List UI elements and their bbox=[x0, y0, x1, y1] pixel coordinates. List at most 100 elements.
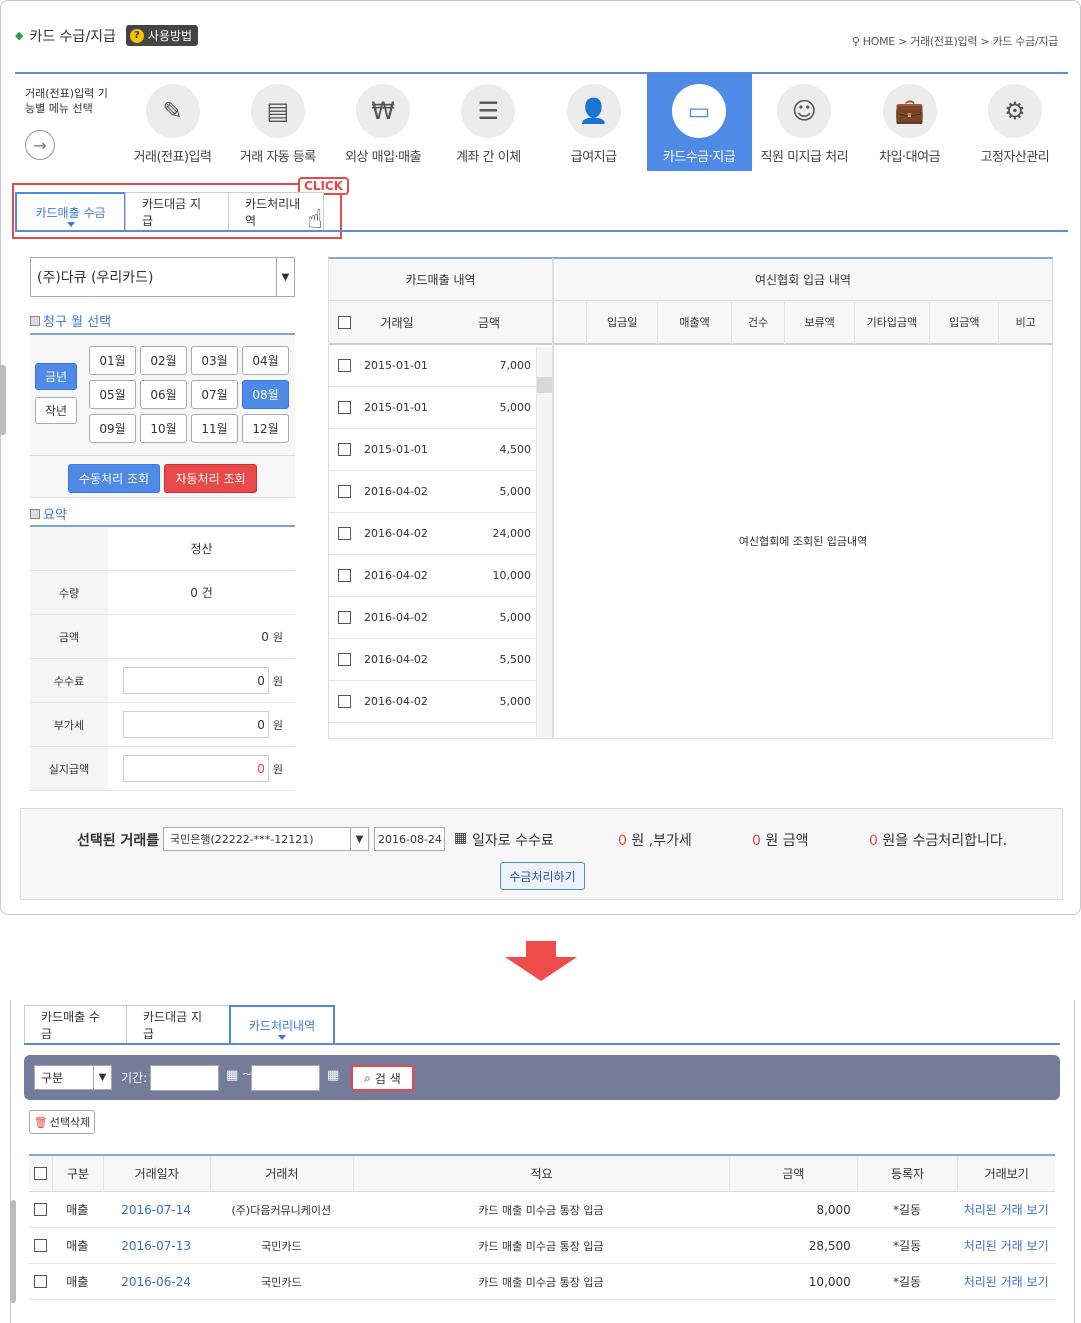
filter-bar: 구분 ▼ 기간: ▦ ~ ▦ ⌕ 검 색 bbox=[24, 1055, 1060, 1100]
view-trade-link[interactable]: 처리된 거래 보기 bbox=[957, 1201, 1055, 1218]
tab-bar-top: 카드매출 수금 카드대금 지급 카드처리내역 bbox=[15, 192, 1068, 232]
menu-item-2[interactable]: ▤ 거래 자동 등록 bbox=[225, 74, 330, 171]
scrollbar[interactable] bbox=[10, 1200, 16, 1303]
table-row[interactable]: 2016-04-02 24,000 bbox=[329, 513, 536, 555]
table-row[interactable]: 매출 2016-06-24 국민카드 카드 매출 미수금 통장 입금 10,000 *길동… bbox=[29, 1264, 1055, 1300]
menu-item-3[interactable]: ₩ 외상 매입·매출 bbox=[331, 74, 436, 171]
table-row[interactable]: 매출 2016-07-13 국민카드 카드 매출 미수금 통장 입금 28,500 *길동… bbox=[29, 1228, 1055, 1264]
search-icon: ⌕ bbox=[364, 1070, 371, 1085]
summary-row: 수수료 0 원 bbox=[30, 659, 295, 703]
row-checkbox[interactable] bbox=[337, 485, 351, 498]
view-trade-link[interactable]: 처리된 거래 보기 bbox=[957, 1237, 1055, 1254]
scrollbar[interactable] bbox=[536, 347, 552, 737]
summary-input[interactable]: 0 bbox=[122, 667, 269, 694]
search-button[interactable]: ⌕ 검 색 bbox=[351, 1065, 414, 1091]
menu-item-6[interactable]: ▭ 카드수금·지급 bbox=[646, 74, 752, 171]
menu-item-8[interactable]: 💼 차입·대여금 bbox=[857, 74, 962, 171]
history-cell: *길동 bbox=[893, 1203, 922, 1217]
month-button[interactable]: 06월 bbox=[140, 380, 187, 409]
month-button[interactable]: 01월 bbox=[89, 346, 136, 375]
menu-item-5[interactable]: 👤 급여지급 bbox=[541, 74, 646, 171]
select-all-checkbox[interactable] bbox=[34, 1167, 48, 1180]
auto-query-button[interactable]: 자동처리 조회 bbox=[164, 464, 257, 493]
month-button[interactable]: 08월 bbox=[242, 380, 289, 409]
diamond-icon: ◆ bbox=[15, 29, 24, 42]
table-row[interactable]: 2015-01-01 4,500 bbox=[329, 429, 536, 471]
deposit-col-header: 입금일 bbox=[586, 300, 657, 344]
staff-icon: ☺ bbox=[777, 84, 832, 138]
tab-card-sales-collection[interactable]: 카드매출 수금 bbox=[24, 1005, 127, 1043]
deposit-col-header: 보류액 bbox=[784, 300, 853, 344]
last-year-button[interactable]: 작년 bbox=[35, 397, 77, 424]
tab-card-history[interactable]: 카드처리내역 bbox=[229, 1005, 335, 1043]
card-account-select[interactable]: (주)다큐 (우리카드) ▼ bbox=[30, 257, 295, 297]
date-input[interactable]: 2016-08-24 bbox=[374, 827, 445, 851]
month-button[interactable]: 11월 bbox=[191, 414, 238, 443]
select-all-checkbox[interactable] bbox=[337, 315, 351, 329]
row-checkbox[interactable] bbox=[337, 443, 351, 456]
table-row[interactable]: 2016-04-02 10,000 bbox=[329, 555, 536, 597]
period-label: 기간: bbox=[121, 1071, 148, 1085]
row-checkbox[interactable] bbox=[337, 611, 351, 624]
table-row[interactable]: 매출 2016-07-14 (주)다음커뮤니케이션 카드 매출 미수금 통장 입금 8,… bbox=[29, 1192, 1055, 1228]
row-checkbox[interactable] bbox=[337, 527, 351, 540]
view-trade-link[interactable]: 처리된 거래 보기 bbox=[957, 1273, 1055, 1290]
menu-item-9[interactable]: ⚙ 고정자산관리 bbox=[962, 74, 1067, 171]
month-button[interactable]: 05월 bbox=[89, 380, 136, 409]
menu-item-1[interactable]: ✎ 거래(전표)입력 bbox=[120, 74, 225, 171]
table-row[interactable]: 2016-04-02 5,000 bbox=[329, 471, 536, 513]
type-select[interactable]: 구분 ▼ bbox=[34, 1065, 112, 1090]
history-col-header: 등록자 bbox=[856, 1155, 958, 1192]
row-checkbox[interactable] bbox=[34, 1239, 48, 1252]
row-checkbox[interactable] bbox=[337, 401, 351, 414]
month-button[interactable]: 03월 bbox=[191, 346, 238, 375]
arrow-right-icon[interactable]: → bbox=[25, 130, 55, 160]
menu-item-7[interactable]: ☺ 직원 미지급 처리 bbox=[752, 74, 857, 171]
calendar-icon[interactable]: ▦ bbox=[226, 1068, 238, 1083]
deposit-col-header: 매출액 bbox=[657, 300, 730, 344]
bank-account-select[interactable]: 국민은행(22222-***-12121) ▼ bbox=[163, 827, 369, 851]
end-date-input[interactable] bbox=[251, 1065, 320, 1091]
collect-process-button[interactable]: 수금처리하기 bbox=[500, 862, 585, 890]
tab-card-payment[interactable]: 카드대금 지급 bbox=[125, 192, 229, 230]
table-row[interactable]: 2016-04-02 5,500 bbox=[329, 639, 536, 681]
table-row[interactable]: 2016-04-02 5,000 bbox=[329, 597, 536, 639]
row-checkbox[interactable] bbox=[34, 1275, 48, 1288]
row-checkbox[interactable] bbox=[337, 695, 351, 708]
howto-button[interactable]: ? 사용방법 bbox=[125, 25, 199, 46]
month-button[interactable]: 09월 bbox=[89, 414, 136, 443]
row-checkbox[interactable] bbox=[34, 1203, 48, 1216]
breadcrumb: ⚲ HOME > 거래(전표)입력 > 카드 수금/지급 bbox=[851, 35, 1058, 48]
deposit-group-header: 여신협회 입금 내역 bbox=[554, 259, 1052, 301]
month-button[interactable]: 07월 bbox=[191, 380, 238, 409]
table-row[interactable]: 2016-04-02 5,000 bbox=[329, 681, 536, 723]
summary-input[interactable]: 0 bbox=[122, 755, 269, 782]
tab-card-sales-collection[interactable]: 카드매출 수금 bbox=[15, 192, 126, 230]
manual-query-button[interactable]: 수동처리 조회 bbox=[68, 464, 160, 493]
fee-value: 0 bbox=[618, 833, 627, 849]
scrollbar[interactable] bbox=[0, 365, 6, 435]
tab-card-payment[interactable]: 카드대금 지급 bbox=[126, 1005, 230, 1043]
history-cell: 8,000 bbox=[816, 1202, 851, 1217]
calendar-icon[interactable]: ▦ bbox=[327, 1068, 339, 1083]
this-year-button[interactable]: 금년 bbox=[35, 363, 77, 390]
summary-row: 부가세 0 원 bbox=[30, 703, 295, 747]
calendar-icon[interactable]: ▦ bbox=[454, 830, 467, 846]
month-button[interactable]: 12월 bbox=[242, 414, 289, 443]
table-row[interactable]: 2015-01-01 5,000 bbox=[329, 387, 536, 429]
row-checkbox[interactable] bbox=[337, 359, 351, 372]
month-button[interactable]: 04월 bbox=[242, 346, 289, 375]
start-date-input[interactable] bbox=[150, 1065, 219, 1091]
month-button[interactable]: 02월 bbox=[140, 346, 187, 375]
menu-left-label: 거래(전표)입력 기능별 메뉴 선택 bbox=[25, 87, 108, 115]
menu-item-4[interactable]: ☰ 계좌 간 이체 bbox=[436, 74, 541, 171]
month-button[interactable]: 10월 bbox=[140, 414, 187, 443]
table-row[interactable]: 2015-01-01 7,000 bbox=[329, 345, 536, 387]
fee-label: 일자로 수수료 bbox=[472, 833, 554, 849]
delete-selected-button[interactable]: 🗑 선택삭제 bbox=[29, 1110, 95, 1134]
summary-input[interactable]: 0 bbox=[122, 711, 269, 738]
row-checkbox[interactable] bbox=[337, 653, 351, 666]
history-panel: 카드매출 수금 카드대금 지급 카드처리내역 구분 ▼ 기간: ▦ ~ ▦ ⌕ 검 … bbox=[10, 1000, 1075, 1323]
chevron-down-icon: ▼ bbox=[350, 828, 368, 850]
row-checkbox[interactable] bbox=[337, 569, 351, 582]
